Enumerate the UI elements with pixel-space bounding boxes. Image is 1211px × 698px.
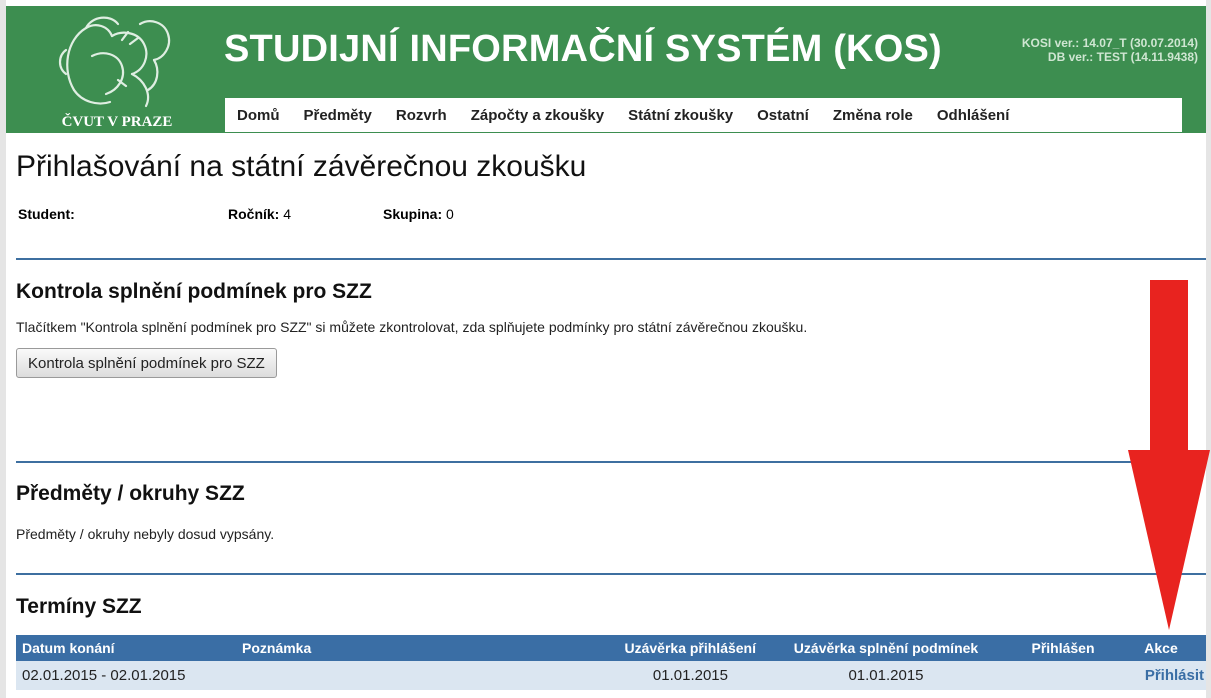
- section-divider: [16, 461, 1206, 463]
- cell-uzaverka-prihlaseni: 01.01.2015: [584, 661, 762, 690]
- skupina-label: Skupina:: [383, 206, 443, 222]
- nav-item-statni-zkousky[interactable]: Státní zkoušky: [616, 107, 745, 124]
- nav-item-zapocty-a-zkousky[interactable]: Zápočty a zkoušky: [459, 107, 616, 124]
- skupina-field: Skupina: 0: [383, 206, 454, 222]
- nav-item-predmety[interactable]: Předměty: [292, 107, 384, 124]
- predmety-section-title: Předměty / okruhy SZZ: [16, 482, 245, 505]
- col-poznamka: Poznámka: [236, 635, 584, 661]
- table-row: 02.01.2015 - 02.01.2015 01.01.2015 01.01…: [16, 661, 1206, 690]
- cell-akce: Přihlásit: [1116, 661, 1206, 690]
- version-db: DB ver.: TEST (14.11.9438): [1047, 50, 1198, 64]
- skupina-value: 0: [446, 206, 454, 222]
- cvut-logo[interactable]: ČVUT V PRAZE: [52, 10, 182, 136]
- rocnik-value: 4: [283, 206, 292, 222]
- col-uzaverka-prihlaseni: Uzávěrka přihlášení: [584, 635, 762, 661]
- red-arrow-down-icon: [1128, 280, 1210, 630]
- nav-item-domu[interactable]: Domů: [225, 107, 292, 124]
- version-info: KOSI ver.: 14.07_T (30.07.2014) DB ver.:…: [1022, 36, 1198, 64]
- terminy-table: Datum konání Poznámka Uzávěrka přihlášen…: [16, 635, 1206, 690]
- table-header-row: Datum konání Poznámka Uzávěrka přihlášen…: [16, 635, 1206, 661]
- col-uzaverka-splneni: Uzávěrka splnění podmínek: [762, 635, 1010, 661]
- nav-item-rozvrh[interactable]: Rozvrh: [384, 107, 459, 124]
- student-label: Student:: [18, 206, 75, 222]
- kontrola-splneni-button[interactable]: Kontrola splnění podmínek pro SZZ: [16, 348, 277, 378]
- terminy-section-title: Termíny SZZ: [16, 595, 142, 618]
- kontrola-section-title: Kontrola splnění podmínek pro SZZ: [16, 280, 372, 303]
- prihlasit-link[interactable]: Přihlásit: [1145, 667, 1204, 684]
- site-header: ČVUT V PRAZE STUDIJNÍ INFORMAČNÍ SYSTÉM …: [6, 6, 1206, 133]
- cvut-lion-emblem-icon: [58, 16, 171, 108]
- rocnik-field: Ročník: 4: [228, 206, 291, 222]
- col-datum-konani: Datum konání: [16, 635, 236, 661]
- cell-uzaverka-splneni: 01.01.2015: [762, 661, 1010, 690]
- page-title: Přihlašování na státní závěrečnou zkoušk…: [16, 150, 587, 183]
- logo-caption: ČVUT V PRAZE: [61, 114, 173, 130]
- nav-item-zmena-role[interactable]: Změna role: [821, 107, 925, 124]
- section-divider: [16, 258, 1206, 260]
- system-title: STUDIJNÍ INFORMAČNÍ SYSTÉM (KOS): [224, 28, 942, 70]
- kontrola-section-text: Tlačítkem "Kontrola splnění podmínek pro…: [16, 319, 808, 335]
- cell-datum: 02.01.2015 - 02.01.2015: [16, 661, 236, 690]
- cell-prihlasen: [1010, 661, 1116, 690]
- student-field: Student:: [18, 206, 75, 222]
- main-navigation: Domů Předměty Rozvrh Zápočty a zkoušky S…: [225, 98, 1182, 132]
- predmety-section-text: Předměty / okruhy nebyly dosud vypsány.: [16, 526, 275, 542]
- col-prihlasen: Přihlášen: [1010, 635, 1116, 661]
- col-akce: Akce: [1116, 635, 1206, 661]
- nav-item-odhlaseni[interactable]: Odhlášení: [925, 107, 1022, 124]
- section-divider: [16, 573, 1206, 575]
- rocnik-label: Ročník:: [228, 206, 280, 222]
- nav-item-ostatni[interactable]: Ostatní: [745, 107, 821, 124]
- version-kosi: KOSI ver.: 14.07_T (30.07.2014): [1021, 36, 1198, 50]
- cell-poznamka: [236, 661, 584, 690]
